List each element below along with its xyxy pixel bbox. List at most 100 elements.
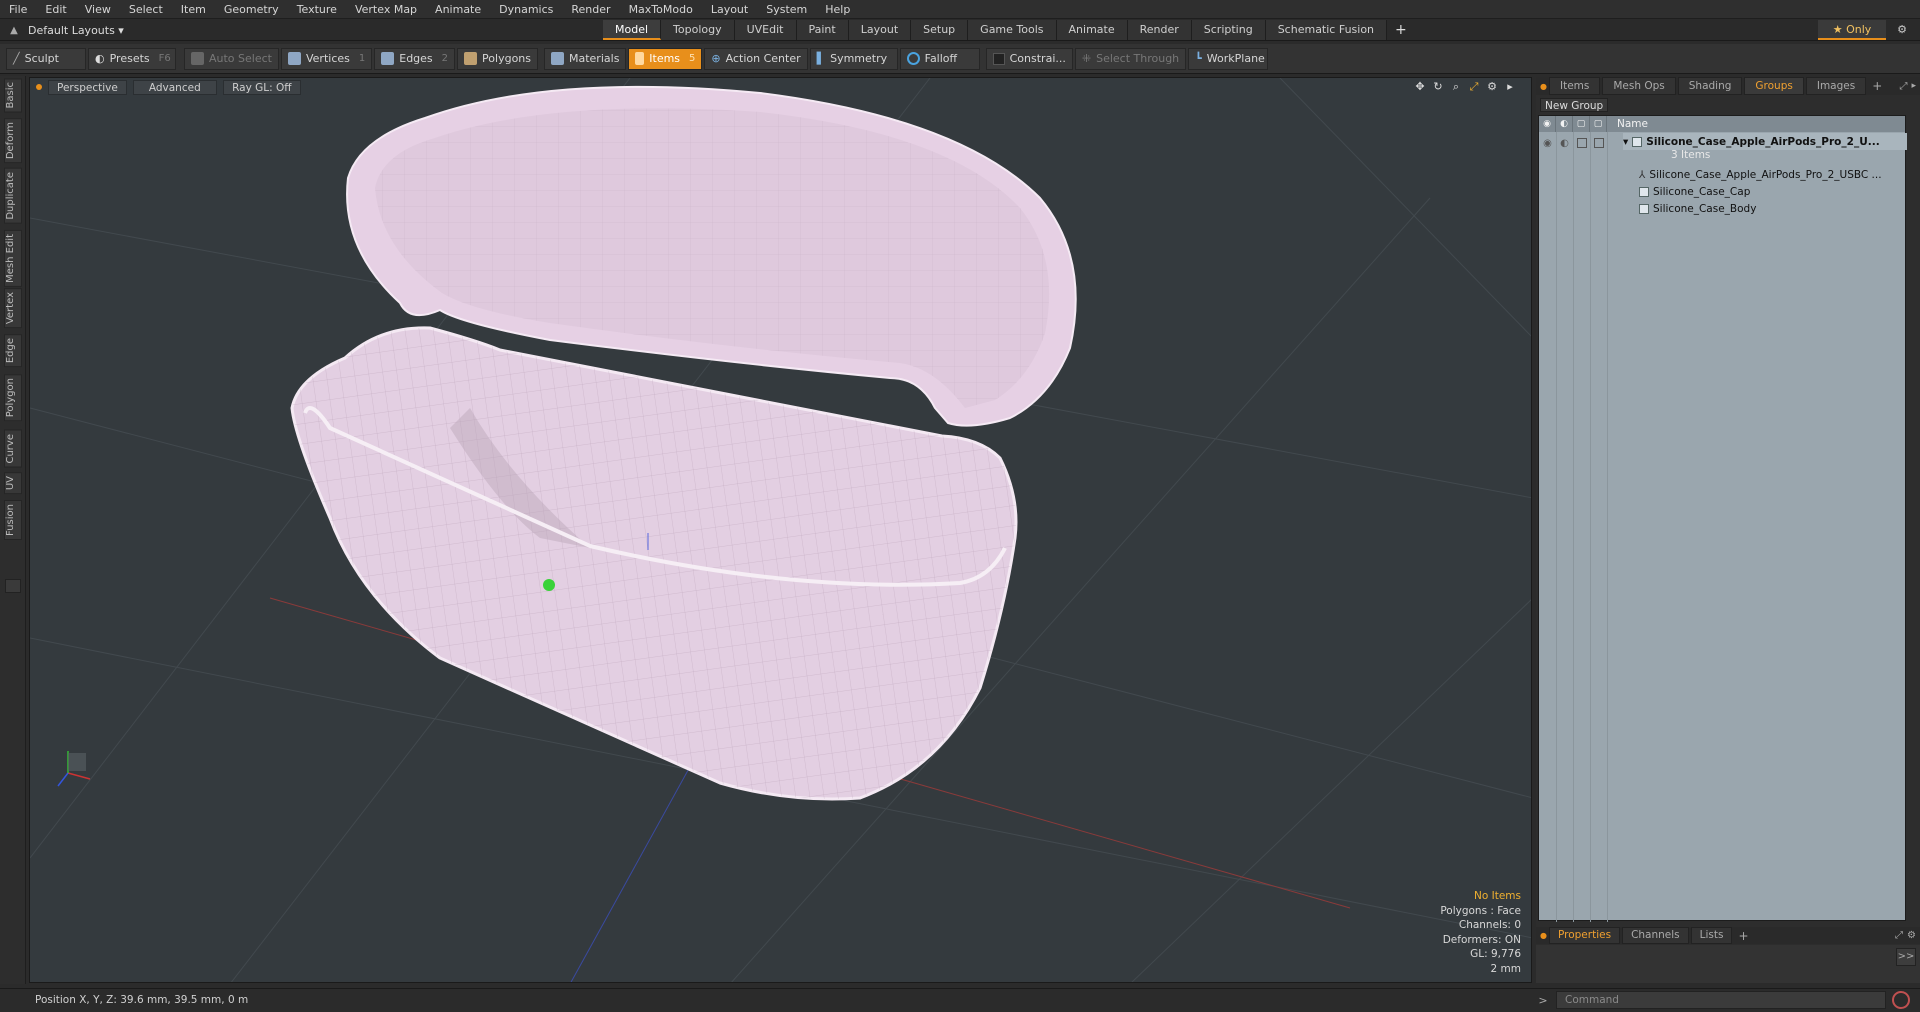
tab-items[interactable]: Items <box>1548 77 1601 95</box>
group-child-row[interactable]: Silicone_Case_Cap <box>1639 183 1907 200</box>
vtab-uv[interactable]: UV <box>4 472 22 495</box>
visibility-column-icon[interactable]: ◉ <box>1539 116 1556 132</box>
group-lock-checkbox[interactable] <box>1576 138 1587 148</box>
items-button[interactable]: Items 5 <box>628 47 703 70</box>
menu-render[interactable]: Render <box>562 0 619 19</box>
menu-geometry[interactable]: Geometry <box>215 0 288 19</box>
menu-texture[interactable]: Texture <box>288 0 346 19</box>
sculpt-button[interactable]: ╱ Sculpt <box>6 47 86 70</box>
menu-animate[interactable]: Animate <box>426 0 490 19</box>
constraints-button[interactable]: Constrai... <box>985 47 1073 70</box>
expand-tabs-icon[interactable] <box>5 579 21 593</box>
tab-topology[interactable]: Topology <box>661 20 735 40</box>
tab-animate[interactable]: Animate <box>1056 20 1128 40</box>
panel-menu-icon[interactable]: ▸ <box>1911 81 1916 91</box>
menu-view[interactable]: View <box>76 0 120 19</box>
collapse-icon[interactable]: ▲ <box>0 25 28 36</box>
default-layouts-dropdown[interactable]: Default Layouts ▾ <box>28 24 124 37</box>
add-bottom-tab-icon[interactable]: + <box>1732 929 1754 943</box>
vtab-mesh-edit[interactable]: Mesh Edit <box>4 230 22 287</box>
perspective-dropdown[interactable]: Perspective <box>48 79 127 95</box>
new-group-button[interactable]: New Group <box>1540 98 1609 112</box>
raygl-dropdown[interactable]: Ray GL: Off <box>222 79 301 95</box>
vtab-duplicate[interactable]: Duplicate <box>4 168 22 224</box>
vtab-basic[interactable]: Basic <box>4 78 22 113</box>
fit-view-icon[interactable]: ⤢ <box>1467 80 1481 94</box>
symmetry-button[interactable]: ▌ Symmetry <box>809 47 898 70</box>
vtab-deform[interactable]: Deform <box>4 118 22 164</box>
tab-shading[interactable]: Shading <box>1677 77 1743 95</box>
tab-model[interactable]: Model <box>603 20 662 40</box>
render-column-icon[interactable]: ◐ <box>1556 116 1573 132</box>
tab-channels[interactable]: Channels <box>1622 927 1689 944</box>
rotate-view-icon[interactable]: ↻ <box>1431 80 1445 94</box>
add-panel-tab-icon[interactable]: + <box>1866 79 1888 93</box>
group-child-row[interactable]: Silicone_Case_Body <box>1639 200 1907 217</box>
tab-layout[interactable]: Layout <box>848 20 912 40</box>
tab-mesh-ops[interactable]: Mesh Ops <box>1602 77 1676 95</box>
presets-button[interactable]: ◐ Presets F6 <box>88 47 176 70</box>
group-select-checkbox[interactable] <box>1593 138 1604 148</box>
bottom-maximize-icon[interactable]: ⤢ <box>1895 930 1903 941</box>
edges-button[interactable]: Edges 2 <box>374 47 456 70</box>
menu-item[interactable]: Item <box>172 0 215 19</box>
tab-setup[interactable]: Setup <box>911 20 969 40</box>
record-macro-icon[interactable] <box>1892 991 1910 1009</box>
menu-vertex-map[interactable]: Vertex Map <box>346 0 426 19</box>
group-render-icon[interactable]: ◐ <box>1556 138 1573 149</box>
lock-column-icon[interactable]: ▢ <box>1573 116 1590 132</box>
tab-images[interactable]: Images <box>1805 77 1867 95</box>
viewport-settings-icon[interactable]: ⚙ <box>1485 80 1499 94</box>
panel-maximize-icon[interactable]: ⤢ <box>1899 81 1907 92</box>
scene-canvas[interactable] <box>30 78 1532 983</box>
zoom-view-icon[interactable]: ⌕ <box>1449 80 1463 94</box>
vertices-button[interactable]: Vertices 1 <box>280 47 373 70</box>
add-tab-icon[interactable]: + <box>1387 20 1415 40</box>
menu-system[interactable]: System <box>757 0 816 19</box>
polygons-button[interactable]: Polygons <box>457 47 538 70</box>
group-child-row[interactable]: ⅄ Silicone_Case_Apple_AirPods_Pro_2_USBC… <box>1639 166 1907 183</box>
menu-edit[interactable]: Edit <box>36 0 75 19</box>
tab-paint[interactable]: Paint <box>796 20 849 40</box>
tab-game-tools[interactable]: Game Tools <box>968 20 1057 40</box>
group-visibility-icon[interactable]: ◉ <box>1539 138 1556 149</box>
select-through-button[interactable]: ⁜ Select Through <box>1074 47 1187 70</box>
falloff-button[interactable]: Falloff <box>899 47 980 70</box>
menu-dynamics[interactable]: Dynamics <box>490 0 562 19</box>
expand-properties-icon[interactable]: >> <box>1896 948 1916 966</box>
tab-schematic-fusion[interactable]: Schematic Fusion <box>1265 20 1388 40</box>
action-center-button[interactable]: ⊕ Action Center <box>704 47 808 70</box>
vtab-fusion[interactable]: Fusion <box>4 500 22 540</box>
tab-scripting[interactable]: Scripting <box>1191 20 1266 40</box>
3d-viewport[interactable]: Perspective Advanced Ray GL: Off ✥ ↻ ⌕ ⤢… <box>29 77 1532 983</box>
menu-file[interactable]: File <box>0 0 36 19</box>
move-view-icon[interactable]: ✥ <box>1413 80 1427 94</box>
menu-layout[interactable]: Layout <box>702 0 757 19</box>
vtab-polygon[interactable]: Polygon <box>4 374 22 422</box>
menu-help[interactable]: Help <box>816 0 859 19</box>
name-column-header[interactable]: Name <box>1607 118 1648 130</box>
tab-properties[interactable]: Properties <box>1548 927 1621 944</box>
only-toggle[interactable]: ★ Only <box>1818 20 1886 40</box>
menu-select[interactable]: Select <box>120 0 172 19</box>
workplane-button[interactable]: ┗ WorkPlane <box>1188 47 1269 70</box>
vtab-vertex[interactable]: Vertex <box>4 288 22 329</box>
advanced-dropdown[interactable]: Advanced <box>132 79 217 95</box>
tab-uvedit[interactable]: UVEdit <box>734 20 797 40</box>
constraints-checkbox[interactable] <box>992 52 1005 65</box>
tab-lists[interactable]: Lists <box>1690 927 1733 944</box>
vtab-curve[interactable]: Curve <box>4 430 22 468</box>
auto-select-button[interactable]: Auto Select <box>184 47 279 70</box>
tab-groups[interactable]: Groups <box>1744 77 1804 95</box>
menu-maxtomodo[interactable]: MaxToModo <box>620 0 702 19</box>
gear-icon[interactable]: ⚙ <box>1892 19 1912 41</box>
silicone-case-body[interactable] <box>290 326 1018 801</box>
vtab-edge[interactable]: Edge <box>4 334 22 368</box>
collapse-arrow-icon[interactable]: ▾ <box>1623 136 1628 148</box>
select-column-icon[interactable]: ▢ <box>1590 116 1607 132</box>
materials-button[interactable]: Materials <box>544 47 627 70</box>
bottom-settings-icon[interactable]: ⚙ <box>1907 930 1916 941</box>
command-input[interactable]: Command <box>1556 991 1886 1009</box>
tab-render[interactable]: Render <box>1127 20 1192 40</box>
viewport-expand-icon[interactable]: ▸ <box>1503 80 1517 94</box>
